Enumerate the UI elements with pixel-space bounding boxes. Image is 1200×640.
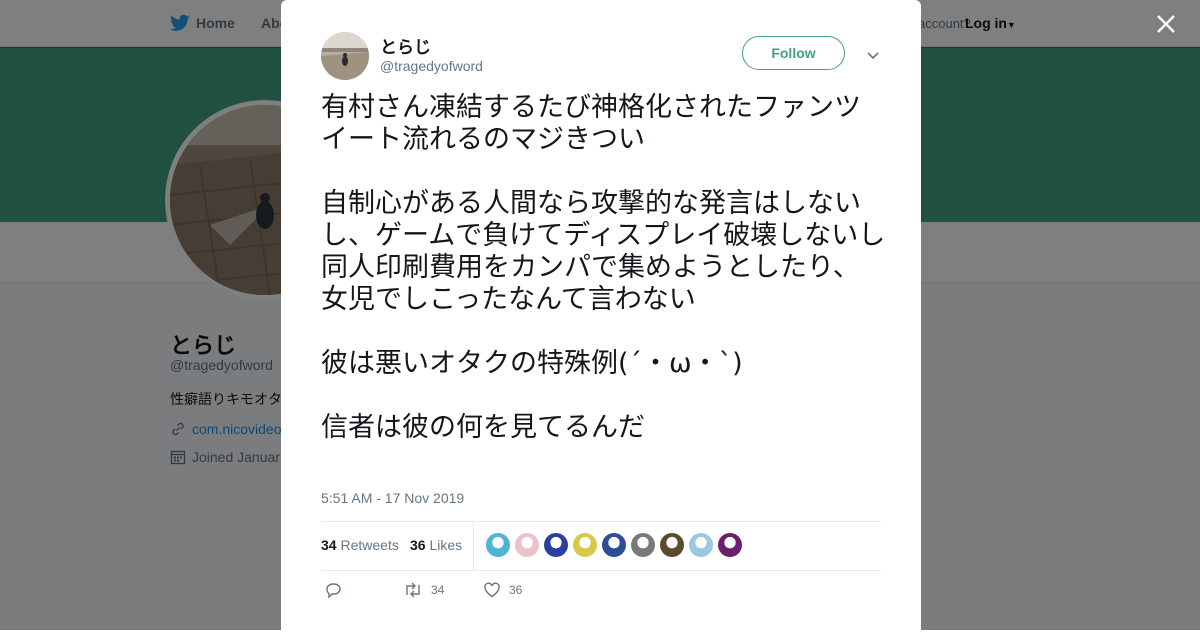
liker-avatar[interactable] (486, 533, 510, 557)
follow-button[interactable]: Follow (742, 36, 845, 70)
liker-avatar[interactable] (718, 533, 742, 557)
stats-divider (473, 522, 474, 570)
retweets-stat[interactable]: 34 Retweets (321, 537, 399, 553)
liker-avatar[interactable] (602, 533, 626, 557)
liker-avatars (486, 533, 742, 557)
likes-count: 36 (410, 537, 426, 553)
pigeon-photo-icon (321, 32, 369, 80)
tweet-timestamp[interactable]: 5:51 AM - 17 Nov 2019 (321, 490, 464, 506)
tweet-modal: とらじ @tragedyofword Follow 有村さん凍結するたび神格化さ… (281, 0, 921, 640)
chevron-down-icon (867, 52, 879, 60)
reply-icon (326, 583, 341, 599)
retweet-icon (406, 582, 420, 598)
close-button[interactable] (1152, 10, 1180, 38)
author-handle[interactable]: @tragedyofword (380, 58, 483, 74)
liker-avatar[interactable] (544, 533, 568, 557)
likes-label: Likes (429, 537, 463, 553)
author-avatar[interactable] (321, 32, 369, 80)
author-name[interactable]: とらじ (380, 33, 431, 58)
retweets-count: 34 (321, 537, 337, 553)
liker-avatar[interactable] (631, 533, 655, 557)
retweet-button[interactable]: 34 (403, 581, 444, 599)
retweets-label: Retweets (340, 537, 399, 553)
liker-avatar[interactable] (573, 533, 597, 557)
liker-avatar[interactable] (689, 533, 713, 557)
like-button[interactable]: 36 (483, 581, 522, 599)
like-action-count: 36 (509, 583, 523, 597)
close-icon (1157, 15, 1175, 33)
retweet-action-count: 34 (431, 583, 445, 597)
liker-avatar[interactable] (660, 533, 684, 557)
heart-icon (484, 582, 500, 598)
liker-avatar[interactable] (515, 533, 539, 557)
tweet-text: 有村さん凍結するたび神格化されたファンツイート流れるのマジきつい 自制心がある人… (321, 92, 886, 443)
reply-button[interactable] (324, 581, 342, 599)
tweet-stats: 34 Retweets 36 Likes (321, 521, 881, 571)
tweet-options-button[interactable] (865, 47, 881, 63)
likes-stat[interactable]: 36 Likes (410, 537, 462, 553)
